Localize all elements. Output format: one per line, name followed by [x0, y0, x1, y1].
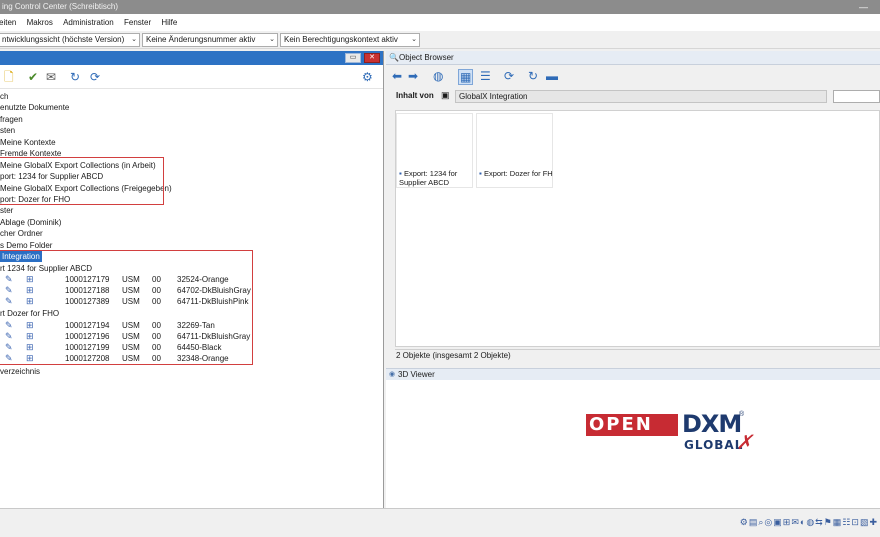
tree-item-label: enutzte Dokumente — [0, 103, 70, 112]
viewer-title: 3D Viewer — [398, 370, 435, 379]
panel-header: ▭ ✕ — [0, 51, 383, 65]
logo-dxm-text: DXM — [682, 410, 742, 438]
status-tool-icon[interactable]: ◎ — [764, 517, 773, 527]
panel-toolbar: 🗋 ✔ ✉ ↻ ⟳ ⚙ — [0, 65, 383, 89]
tree-item-label: Meine Kontexte — [0, 138, 56, 147]
logo-registered-mark: ® — [739, 411, 745, 418]
status-tool-icon[interactable]: ⚙ — [740, 517, 749, 527]
object-tile-label: ▪ Export: 1234 for Supplier ABCD — [399, 169, 457, 187]
logo-x-mark: ✗ — [736, 430, 753, 454]
logo-open-text: OPEN — [586, 414, 678, 436]
content-of-field: GlobalX Integration — [455, 90, 827, 103]
refresh-circle-icon[interactable]: ⟳ — [504, 69, 514, 83]
window-titlebar: ing Control Center (Schreibtisch) — — [0, 0, 880, 14]
restore-icon[interactable]: ▭ — [345, 53, 361, 63]
status-bar: ⚙▤⌕◎▣⊞✉◐◍⇆⚑▦☷⊡▧✚ — [0, 508, 880, 537]
object-tile[interactable]: ▪ Export: 1234 for Supplier ABCD — [396, 113, 473, 188]
highlight-box — [0, 250, 253, 365]
forward-arrow-icon[interactable]: ➡ — [408, 69, 418, 83]
status-tool-icon[interactable]: ✉ — [791, 517, 800, 527]
check-icon[interactable]: ✔ — [28, 70, 38, 84]
export-collection-icon: ▪ — [399, 169, 402, 178]
3d-viewer[interactable]: OPEN DXM ® GLOBAL ✗ — [386, 380, 880, 508]
folder-icon[interactable]: ▬ — [546, 69, 558, 83]
desk-tree-panel: ▭ ✕ 🗋 ✔ ✉ ↻ ⟳ ⚙ ch enutzte Dokumente fra… — [0, 51, 384, 508]
content-of-value: GlobalX Integration — [459, 92, 528, 101]
chevron-down-icon: ⌄ — [131, 36, 137, 43]
menu-fenster[interactable]: Fenster — [124, 14, 151, 31]
status-tool-icon[interactable]: ⚑ — [824, 517, 833, 527]
menu-administration[interactable]: Administration — [63, 14, 114, 31]
viewer-header: ◉ 3D Viewer — [386, 368, 880, 380]
globe-icon[interactable]: ◍ — [433, 69, 443, 83]
object-browser-header: 🔍 Object Browser — [386, 51, 880, 65]
content-of-label: Inhalt von — [396, 91, 434, 100]
export-collection-icon: ▪ — [479, 169, 482, 178]
new-doc-icon[interactable]: 🗋 — [4, 70, 14, 84]
status-tool-icon[interactable]: ✚ — [869, 517, 878, 527]
sync-icon[interactable]: ⟳ — [90, 70, 100, 84]
tree-item-label: verzeichnis — [0, 367, 41, 376]
status-tool-icon[interactable]: ▦ — [833, 517, 843, 527]
tree-item-label: fragen — [0, 115, 23, 124]
view-select-value: ntwicklungssicht (höchste Version) — [2, 35, 125, 44]
permission-context-select[interactable]: Kein Berechtigungskontext aktiv ⌄ — [280, 33, 420, 47]
chevron-down-icon: ⌄ — [411, 36, 417, 43]
status-tool-icon[interactable]: ◍ — [806, 517, 815, 527]
tile-line: Export: Dozer for FH — [483, 169, 553, 178]
status-tool-icon[interactable]: ⇆ — [815, 517, 824, 527]
tree-item-label: sten — [0, 126, 16, 135]
search-input[interactable] — [833, 90, 880, 103]
menu-bearbeiten[interactable]: eiten — [0, 14, 16, 31]
tile-line: Export: 1234 for — [403, 169, 458, 178]
change-number-select[interactable]: Keine Änderungsnummer aktiv ⌄ — [142, 33, 278, 47]
list-view-icon[interactable]: ☰ — [480, 69, 491, 83]
tile-view-icon[interactable]: ▦ — [458, 69, 474, 85]
chevron-down-icon: ⌄ — [269, 36, 275, 43]
object-browser-title: Object Browser — [399, 53, 454, 62]
folder-icon: ▣ — [441, 90, 450, 100]
status-icons: ⚙▤⌕◎▣⊞✉◐◍⇆⚑▦☷⊡▧✚ — [740, 517, 878, 528]
tree-item-label: Ablage (Dominik) — [0, 218, 62, 227]
object-browser-panel: 🔍 Object Browser ⬅ ➡ ◍ ▦ ☰ ⟳ ↻ ▬ Inhalt … — [386, 51, 880, 508]
highlight-box — [0, 157, 164, 205]
tree-item-label: ster — [0, 206, 14, 215]
refresh-icon[interactable]: ↻ — [70, 70, 80, 84]
tile-line: Supplier ABCD — [399, 178, 450, 187]
refresh-icon[interactable]: ↻ — [528, 69, 538, 83]
status-tool-icon[interactable]: ⊡ — [851, 517, 860, 527]
mail-icon[interactable]: ✉ — [46, 70, 56, 84]
change-number-value: Keine Änderungsnummer aktiv — [146, 35, 256, 44]
status-tool-icon[interactable]: ▤ — [749, 517, 759, 527]
eye-icon: ◉ — [389, 371, 396, 378]
menu-makros[interactable]: Makros — [27, 14, 53, 31]
content-of-bar: Inhalt von ▣ GlobalX Integration — [386, 87, 880, 105]
object-browser-toolbar: ⬅ ➡ ◍ ▦ ☰ ⟳ ↻ ▬ — [386, 65, 880, 87]
settings-gear-icon[interactable]: ⚙ — [362, 70, 373, 84]
window-title: ing Control Center (Schreibtisch) — [2, 2, 119, 11]
logo-global-text: GLOBAL — [684, 438, 744, 452]
object-tile-label: ▪ Export: Dozer for FH — [479, 169, 553, 178]
context-toolbar: ntwicklungssicht (höchste Version) ⌄ Kei… — [0, 31, 880, 49]
object-tile[interactable]: ▪ Export: Dozer for FH — [476, 113, 553, 188]
opendxm-logo: OPEN DXM ® GLOBAL ✗ — [586, 410, 766, 474]
close-icon[interactable]: ✕ — [364, 53, 380, 63]
object-browser-status: 2 Objekte (insgesamt 2 Objekte) — [395, 349, 880, 362]
menu-bar: eiten Makros Administration Fenster Hilf… — [0, 14, 880, 31]
tree-item-label: ch — [0, 92, 9, 101]
tree-item-label: cher Ordner — [0, 229, 43, 238]
minimize-button[interactable]: — — [859, 0, 868, 14]
status-tool-icon[interactable]: ▣ — [773, 517, 783, 527]
object-browser-content: ▪ Export: 1234 for Supplier ABCD ▪ Expor… — [395, 110, 880, 347]
menu-hilfe[interactable]: Hilfe — [161, 14, 177, 31]
view-select[interactable]: ntwicklungssicht (höchste Version) ⌄ — [0, 33, 140, 47]
back-arrow-icon[interactable]: ⬅ — [392, 69, 402, 83]
search-icon: 🔍 — [389, 53, 399, 62]
permission-context-value: Kein Berechtigungskontext aktiv — [284, 35, 398, 44]
